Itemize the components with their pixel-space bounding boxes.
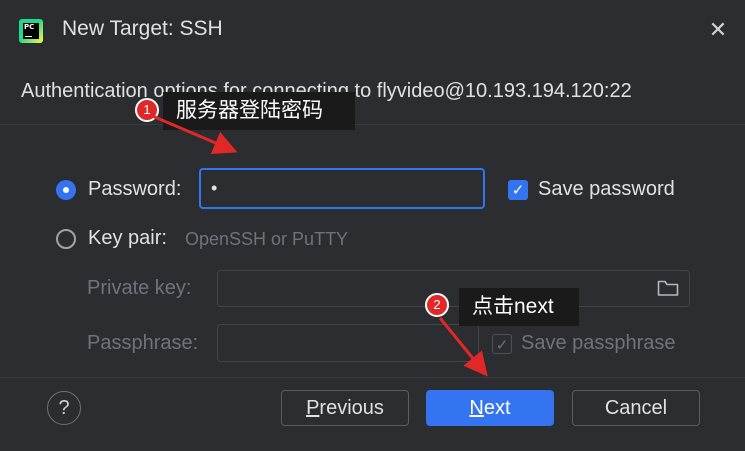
- passphrase-label: Passphrase:: [87, 332, 199, 354]
- previous-button[interactable]: Previous: [281, 390, 409, 426]
- close-icon[interactable]: ✕: [706, 19, 730, 43]
- password-input[interactable]: •: [199, 168, 485, 209]
- password-radio[interactable]: [56, 180, 76, 200]
- help-icon[interactable]: ?: [47, 391, 81, 425]
- previous-label: revious: [319, 397, 384, 419]
- next-button[interactable]: Next: [426, 390, 554, 426]
- private-key-field[interactable]: [217, 270, 690, 307]
- title-bar: PC New Target: SSH ✕: [0, 0, 745, 62]
- next-mnemonic: N: [469, 397, 484, 419]
- private-key-label: Private key:: [87, 277, 192, 299]
- folder-icon[interactable]: [657, 279, 679, 297]
- previous-mnemonic: P: [306, 397, 320, 419]
- save-password-checkbox[interactable]: ✓: [508, 180, 528, 200]
- cancel-button[interactable]: Cancel: [572, 390, 700, 426]
- pycharm-app-icon: PC: [19, 19, 43, 43]
- save-password-label: Save password: [538, 178, 675, 200]
- app-icon-text: PC: [24, 23, 35, 31]
- passphrase-field[interactable]: [217, 324, 479, 362]
- save-passphrase-label: Save passphrase: [521, 332, 676, 354]
- annotation-badge-1: 1: [135, 98, 159, 122]
- save-passphrase-checkbox[interactable]: ✓: [492, 334, 512, 354]
- password-label: Password:: [88, 178, 182, 200]
- annotation-badge-2: 2: [425, 293, 449, 317]
- keypair-radio[interactable]: [56, 229, 76, 249]
- annotation-tooltip-1: 服务器登陆密码: [163, 92, 355, 130]
- keypair-label: Key pair:: [88, 227, 167, 249]
- keypair-hint: OpenSSH or PuTTY: [185, 229, 349, 249]
- window-title: New Target: SSH: [62, 17, 223, 40]
- annotation-tooltip-2: 点击next: [459, 288, 579, 326]
- next-label: ext: [483, 397, 511, 419]
